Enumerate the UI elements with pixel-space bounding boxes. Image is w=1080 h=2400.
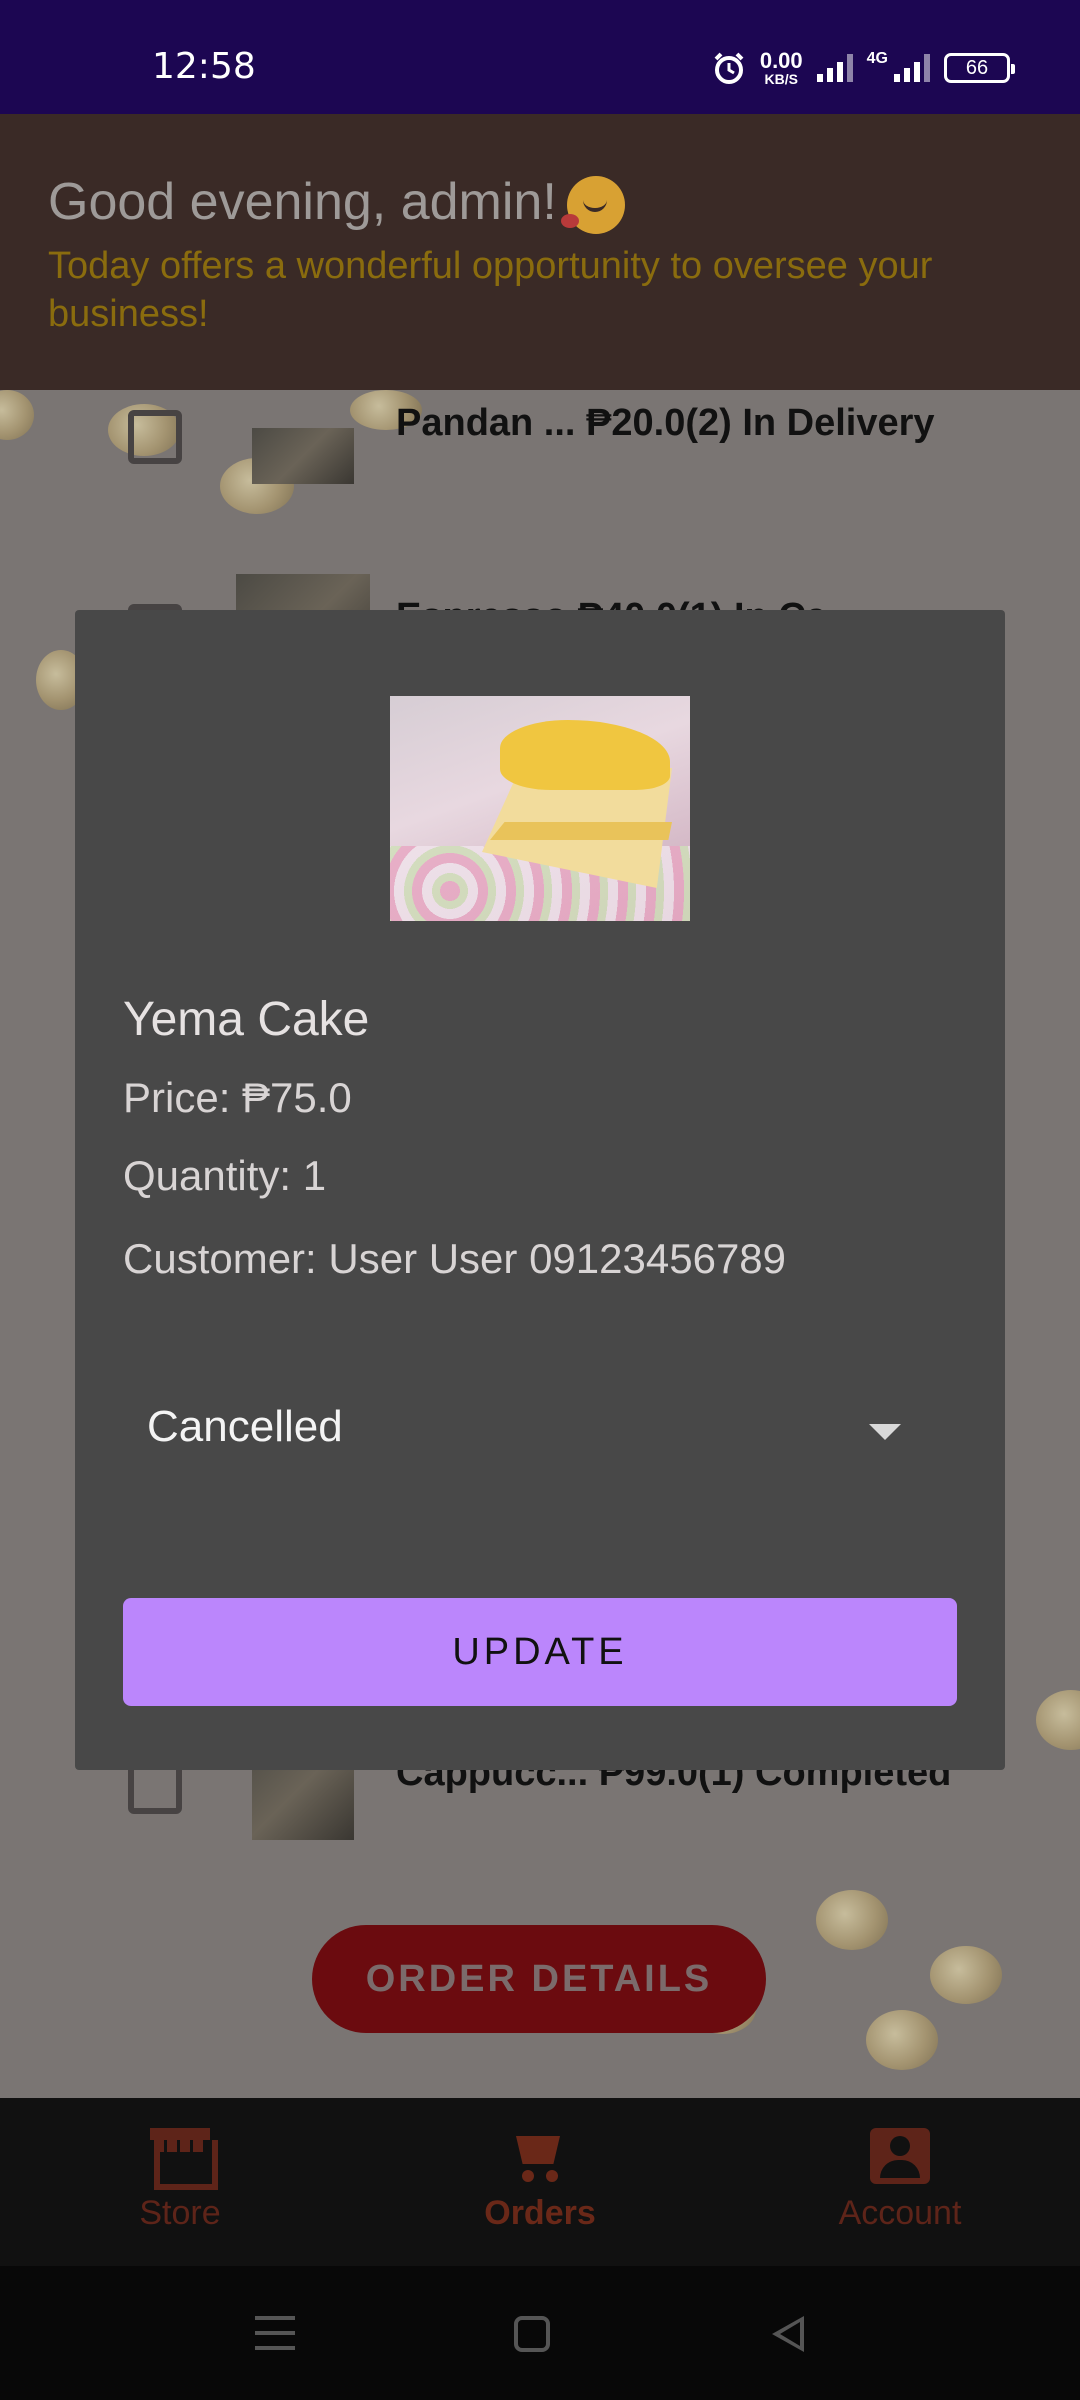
order-status-value: Cancelled: [147, 1402, 343, 1451]
status-bar: 12:58 0.00 KB/S 4G 66: [0, 0, 1080, 114]
order-quantity: Quantity: 1: [123, 1152, 327, 1199]
account-icon: [870, 2128, 930, 2184]
net-speed: 0.00 KB/S: [759, 48, 803, 87]
nav-item-account[interactable]: Account: [800, 2128, 1000, 2233]
cellular-signal-icon: [894, 54, 930, 82]
back-icon[interactable]: [772, 2316, 804, 2352]
net-speed-value: 0.00: [759, 48, 803, 73]
system-navigation-bar: [0, 2266, 1080, 2400]
order-checkbox[interactable]: [128, 410, 182, 464]
battery-level: 66: [965, 56, 989, 79]
wifi-signal-icon: [816, 54, 853, 82]
nav-item-orders[interactable]: Orders: [440, 2128, 640, 2233]
product-name: Yema Cake: [123, 993, 370, 1046]
network-type: 4G: [866, 50, 888, 67]
update-button[interactable]: UPDATE: [123, 1598, 957, 1706]
order-status-dropdown[interactable]: Cancelled: [123, 1372, 957, 1482]
greeting-text: Good evening, admin!: [48, 173, 557, 231]
cookie-decoration: [930, 1946, 1002, 2004]
customer-info: Customer: User User 09123456789: [123, 1235, 787, 1282]
alarm-icon: [714, 52, 744, 84]
nav-item-label: Store: [139, 2194, 221, 2232]
product-price: Price: ₱75.0: [123, 1074, 352, 1121]
update-order-dialog: Yema Cake Price: ₱75.0 Quantity: 1 Custo…: [75, 610, 1005, 1770]
nav-item-label: Account: [838, 2194, 962, 2232]
cookie-decoration: [816, 1890, 888, 1950]
home-icon[interactable]: [514, 2316, 550, 2352]
greeting-title: Good evening, admin!: [48, 172, 625, 235]
bottom-navigation: Store Orders Account: [0, 2098, 1080, 2266]
battery-icon: 66: [944, 53, 1015, 83]
cart-icon: [510, 2128, 570, 2184]
net-speed-unit: KB/S: [764, 71, 798, 87]
status-icons: 0.00 KB/S 4G 66: [712, 48, 1015, 87]
nav-item-label: Orders: [484, 2194, 596, 2232]
nav-item-store[interactable]: Store: [80, 2128, 280, 2233]
product-image: [390, 696, 690, 921]
order-row[interactable]: Pandan ... ₱20.0(2) In Delivery: [0, 390, 1080, 490]
chevron-down-icon: [869, 1424, 901, 1440]
order-thumbnail: [252, 428, 354, 484]
status-time: 12:58: [152, 46, 256, 87]
store-icon: [150, 2128, 218, 2190]
greeting-subtitle: Today offers a wonderful opportunity to …: [48, 245, 933, 335]
cookie-decoration: [866, 2010, 938, 2070]
greeting-header: Good evening, admin! Today offers a wond…: [0, 114, 1080, 390]
smiling-face-with-hearts-icon: [560, 176, 625, 235]
recent-apps-icon[interactable]: [255, 2316, 295, 2350]
order-row-text: Pandan ... ₱20.0(2) In Delivery: [396, 402, 935, 444]
order-details-button[interactable]: ORDER DETAILS: [312, 1925, 766, 2033]
